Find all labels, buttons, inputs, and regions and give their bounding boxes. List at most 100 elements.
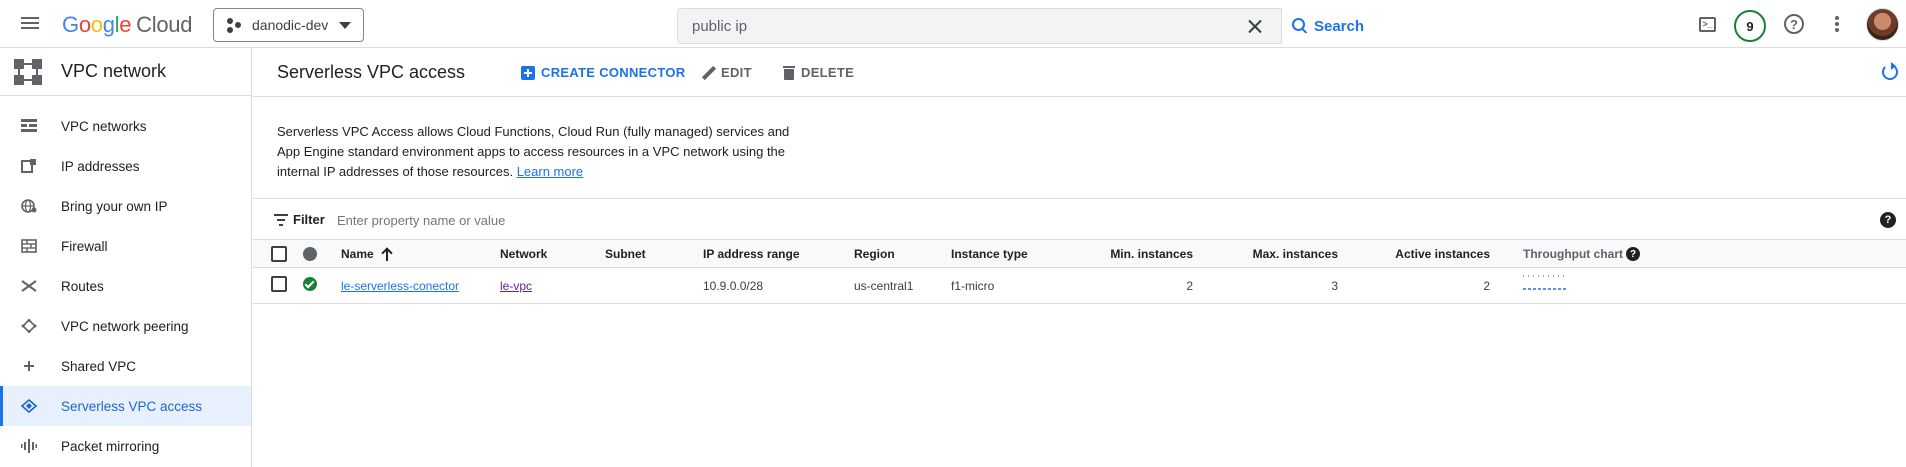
edit-label: EDIT [721,65,752,80]
ip-range-cell: 10.9.0.0/28 [703,279,764,293]
column-header-name[interactable]: Name [341,247,374,261]
logo-cloud-text: Cloud [136,12,193,37]
connector-name-cell: le-serverless-conector [341,279,459,293]
edit-button[interactable]: EDIT [701,65,752,80]
column-header-region[interactable]: Region [854,247,895,261]
search-icon [1291,18,1308,34]
search-button[interactable]: Search [1281,8,1374,44]
throughput-sparkline[interactable] [1523,274,1567,292]
pencil-icon [701,66,715,80]
serverless-icon [21,399,37,413]
notifications-badge[interactable]: 9 [1734,10,1766,42]
sidebar-item-label: Bring your own IP [61,198,168,214]
project-icon [226,17,242,33]
status-ok-icon [303,277,317,291]
column-header-min-instances[interactable]: Min. instances [1073,247,1193,261]
refresh-icon[interactable] [1882,62,1898,80]
sort-ascending-icon[interactable] [381,247,393,261]
filter-icon [274,214,290,226]
column-header-throughput: Throughput chart [1523,247,1623,261]
select-all-checkbox[interactable] [271,246,287,262]
help-icon[interactable]: ? [1782,12,1806,36]
routes-icon [21,280,37,292]
min-instances-cell: 2 [1186,279,1193,293]
sidebar-item-firewall[interactable]: Firewall [0,226,251,266]
table-row: le-serverless-conector le-vpc 10.9.0.0/2… [253,268,1906,304]
network-link[interactable]: le-vpc [500,279,532,293]
nav-header: VPC network [0,48,252,96]
delete-button[interactable]: DELETE [783,65,854,80]
network-cell: le-vpc [500,279,532,293]
sidebar-item-label: VPC networks [61,118,147,134]
page-description: Serverless VPC Access allows Cloud Funct… [277,122,817,182]
sidebar-item-label: IP addresses [61,158,140,174]
create-connector-label: CREATE CONNECTOR [541,65,686,80]
help-icon[interactable]: ? [1880,212,1896,228]
instance-type-cell: f1-micro [951,279,995,293]
vpc-networks-icon [21,119,37,132]
sidebar-item-byoip[interactable]: Bring your own IP [0,186,251,226]
nav-title: VPC network [61,61,167,81]
help-icon[interactable]: ? [1626,247,1640,261]
ip-addresses-icon [21,159,36,173]
side-nav: VPC network VPC networks IP addresses Br… [0,48,252,467]
trash-icon [783,65,795,80]
sidebar-item-ip-addresses[interactable]: IP addresses [0,146,251,186]
create-connector-button[interactable]: CREATE CONNECTOR [521,65,685,80]
active-instances-cell: 2 [1483,279,1490,293]
packet-mirroring-icon [21,439,37,453]
sidebar-item-label: Routes [61,278,104,294]
google-cloud-logo[interactable]: Google Cloud [62,12,192,38]
column-header-network[interactable]: Network [500,247,547,261]
column-header-active-instances[interactable]: Active instances [1360,247,1490,261]
status-column-icon [303,247,317,261]
project-picker[interactable]: danodic-dev [213,8,364,42]
peering-icon [21,319,37,333]
filter-bar: Filter ? [253,198,1906,240]
sidebar-item-vpc-networks[interactable]: VPC networks [0,106,251,146]
description-line-1: Serverless VPC Access allows Cloud Funct… [277,124,790,139]
sidebar-item-label: Serverless VPC access [61,398,203,414]
description-line-3-text: internal IP addresses of those resources… [277,164,514,179]
region-cell: us-central1 [854,279,914,293]
account-avatar[interactable] [1866,8,1899,41]
max-instances-cell: 3 [1331,279,1338,293]
column-header-instance-type[interactable]: Instance type [951,247,1028,261]
action-bar: Serverless VPC access CREATE CONNECTOR E… [253,48,1906,97]
search-input[interactable] [678,9,1278,43]
connector-name-link[interactable]: le-serverless-conector [341,279,459,293]
learn-more-link[interactable]: Learn more [517,164,583,179]
shared-vpc-icon [24,361,34,371]
table-header: Name Network Subnet IP address range Reg… [253,240,1906,268]
project-name: danodic-dev [252,17,329,33]
row-checkbox[interactable] [271,276,287,292]
main-menu-icon[interactable] [18,14,42,34]
top-bar: GoogleCloud danodic-dev Search >_ 9 ? [0,0,1906,48]
page-title: Serverless VPC access [277,62,466,82]
firewall-icon [21,239,37,253]
column-header-subnet[interactable]: Subnet [605,247,646,261]
column-header-max-instances[interactable]: Max. instances [1218,247,1338,261]
cloud-shell-icon[interactable]: >_ [1695,12,1719,36]
vpc-network-logo-icon [14,59,42,85]
sidebar-item-label: VPC network peering [61,318,189,334]
add-box-icon [521,65,535,80]
logo-google-text: Google [62,12,132,37]
sidebar-item-packet-mirroring[interactable]: Packet mirroring [0,426,251,466]
sidebar-item-serverless-vpc-access[interactable]: Serverless VPC access [0,386,251,426]
filter-label: Filter [293,212,325,227]
description-line-3: internal IP addresses of those resources… [277,162,817,182]
sidebar-item-label: Firewall [61,238,108,254]
more-vert-icon[interactable] [1825,12,1849,36]
sidebar-item-shared-vpc[interactable]: Shared VPC [0,346,251,386]
search-box: Search [677,8,1374,44]
chevron-down-icon [339,22,351,29]
globe-icon [21,199,37,213]
filter-input[interactable] [337,208,837,232]
clear-search-icon[interactable] [1244,16,1266,38]
sidebar-item-routes[interactable]: Routes [0,266,251,306]
sidebar-item-label: Packet mirroring [61,438,160,454]
delete-label: DELETE [801,65,855,80]
sidebar-item-vpc-peering[interactable]: VPC network peering [0,306,251,346]
column-header-ip-range[interactable]: IP address range [703,247,800,261]
